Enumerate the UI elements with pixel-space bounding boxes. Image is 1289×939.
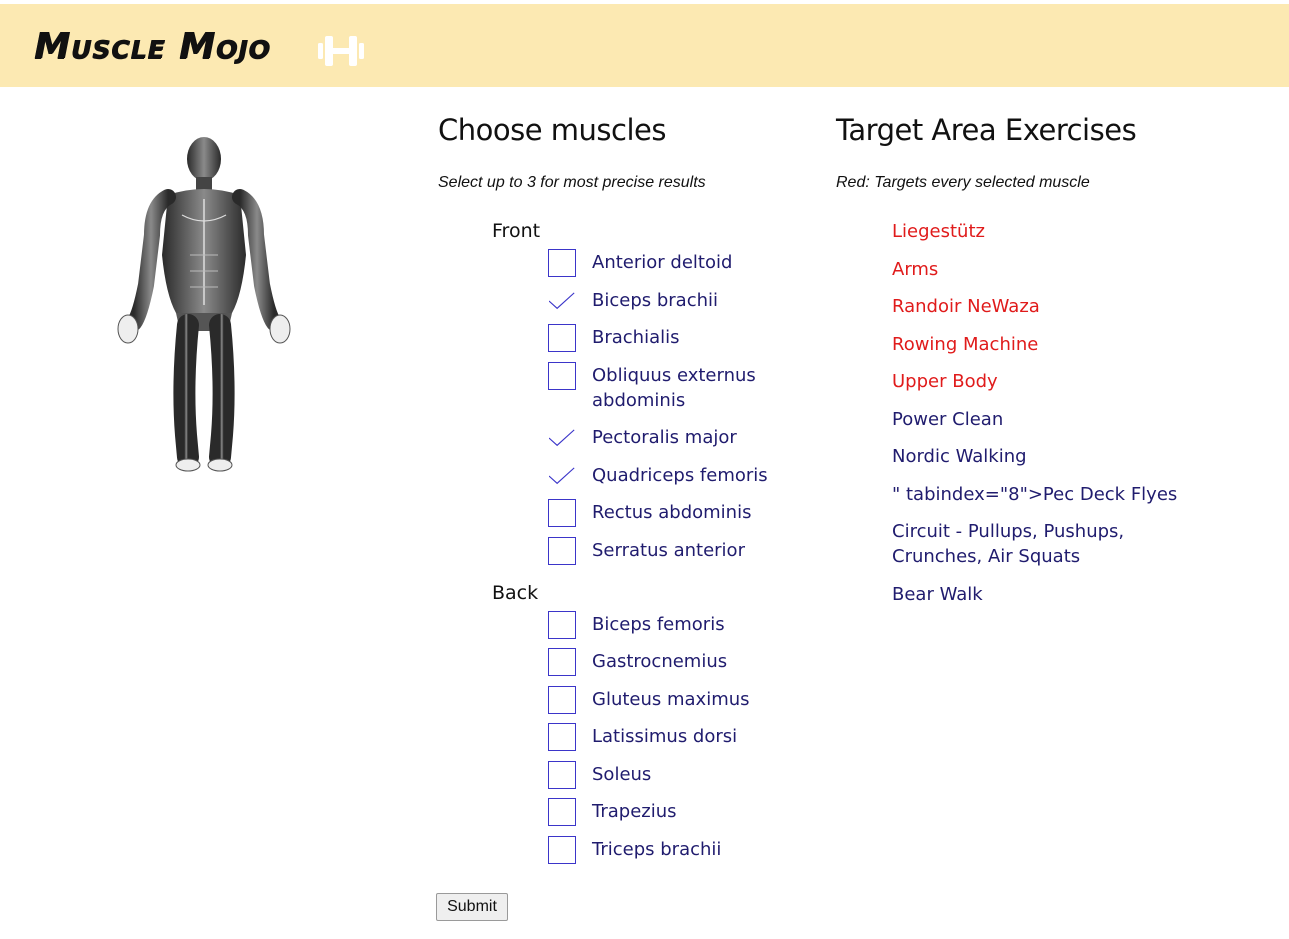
checkbox-checked[interactable] (548, 462, 576, 490)
checkbox[interactable] (548, 798, 576, 826)
exercise-link[interactable]: " tabindex="8">Pec Deck Flyes (892, 482, 1212, 507)
muscle-label[interactable]: Gastrocnemius (592, 649, 727, 674)
exercise-link[interactable]: Bear Walk (892, 582, 1212, 607)
muscle-label[interactable]: Gluteus maximus (592, 687, 750, 712)
submit-button[interactable]: Submit (436, 893, 508, 921)
exercise-link[interactable]: Randoir NeWaza (892, 294, 1212, 319)
choose-muscles-heading: Choose muscles (438, 113, 666, 147)
checkbox[interactable] (548, 686, 576, 714)
checkmark-icon (549, 292, 575, 310)
target-exercises-subtitle: Red: Targets every selected muscle (836, 174, 1090, 191)
muscle-checkbox-row[interactable]: Serratus anterior (548, 537, 788, 565)
muscle-checkbox-row[interactable]: Obliquus externus abdominis (548, 362, 788, 413)
checkbox[interactable] (548, 761, 576, 789)
muscle-checkbox-row[interactable]: Trapezius (548, 798, 788, 826)
muscle-checkbox-row[interactable]: Brachialis (548, 324, 788, 352)
muscle-label[interactable]: Triceps brachii (592, 837, 721, 862)
checkbox[interactable] (548, 537, 576, 565)
checkbox[interactable] (548, 249, 576, 277)
exercise-link[interactable]: Liegestütz (892, 219, 1212, 244)
muscle-label[interactable]: Rectus abdominis (592, 500, 751, 525)
checkbox[interactable] (548, 611, 576, 639)
muscle-checkbox-row[interactable]: Biceps brachii (548, 287, 788, 315)
checkbox[interactable] (548, 324, 576, 352)
muscle-label[interactable]: Anterior deltoid (592, 250, 732, 275)
muscle-label[interactable]: Latissimus dorsi (592, 724, 737, 749)
exercise-link[interactable]: Arms (892, 257, 1212, 282)
header-bar: Muscle Mojo (0, 4, 1289, 87)
muscle-checkbox-row[interactable]: Triceps brachii (548, 836, 788, 864)
checkmark-icon (549, 467, 575, 485)
muscle-checkbox-row[interactable]: Pectoralis major (548, 424, 788, 452)
muscle-checkbox-row[interactable]: Rectus abdominis (548, 499, 788, 527)
brand-title[interactable]: Muscle Mojo (34, 26, 271, 67)
muscle-checkbox-row[interactable]: Quadriceps femoris (548, 462, 788, 490)
checkbox-checked[interactable] (548, 424, 576, 452)
exercise-link[interactable]: Power Clean (892, 407, 1212, 432)
muscle-label[interactable]: Biceps femoris (592, 612, 725, 637)
checkbox[interactable] (548, 499, 576, 527)
muscle-label[interactable]: Trapezius (592, 799, 677, 824)
exercise-link[interactable]: Nordic Walking (892, 444, 1212, 469)
muscle-label[interactable]: Brachialis (592, 325, 680, 350)
checkbox-checked[interactable] (548, 287, 576, 315)
muscle-label[interactable]: Quadriceps femoris (592, 463, 768, 488)
muscle-label[interactable]: Biceps brachii (592, 288, 718, 313)
checkbox[interactable] (548, 836, 576, 864)
exercise-link[interactable]: Upper Body (892, 369, 1212, 394)
checkmark-icon (549, 429, 575, 447)
dumbbell-icon (318, 36, 364, 66)
muscle-label[interactable]: Soleus (592, 762, 651, 787)
checkbox[interactable] (548, 723, 576, 751)
choose-muscles-subtitle: Select up to 3 for most precise results (438, 174, 706, 191)
muscle-checkbox-row[interactable]: Anterior deltoid (548, 249, 788, 277)
muscle-checkbox-row[interactable]: Latissimus dorsi (548, 723, 788, 751)
muscle-label[interactable]: Serratus anterior (592, 538, 745, 563)
muscle-body-figure[interactable] (112, 135, 296, 475)
exercise-link[interactable]: Circuit - Pullups, Pushups, Crunches, Ai… (892, 519, 1212, 569)
muscle-label[interactable]: Pectoralis major (592, 425, 737, 450)
exercise-link[interactable]: Rowing Machine (892, 332, 1212, 357)
muscle-checkbox-row[interactable]: Gluteus maximus (548, 686, 788, 714)
muscle-label[interactable]: Obliquus externus abdominis (592, 363, 762, 413)
front-group-label: Front (492, 220, 541, 242)
checkbox[interactable] (548, 648, 576, 676)
target-exercises-heading: Target Area Exercises (836, 113, 1137, 147)
muscle-checkbox-row[interactable]: Gastrocnemius (548, 648, 788, 676)
muscle-checkbox-row[interactable]: Soleus (548, 761, 788, 789)
checkbox[interactable] (548, 362, 576, 390)
muscle-checkbox-row[interactable]: Biceps femoris (548, 611, 788, 639)
back-group-label: Back (492, 582, 539, 604)
